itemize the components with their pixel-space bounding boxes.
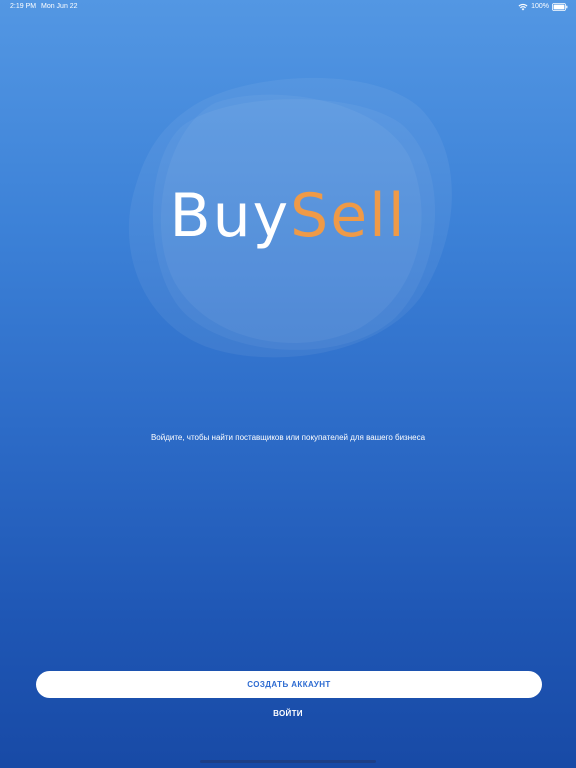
logo-buy: Buy (169, 181, 291, 251)
battery-icon (552, 2, 568, 11)
app-logo: BuySell (0, 186, 576, 246)
create-account-button[interactable]: СОЗДАТЬ АККАУНТ (36, 671, 542, 698)
battery-label: 100% (531, 3, 549, 10)
status-time: 2:19 PM (10, 3, 37, 10)
status-date: Mon Jun 22 (41, 3, 78, 10)
subtitle: Войдите, чтобы найти поставщиков или пок… (150, 433, 426, 442)
home-indicator[interactable] (200, 760, 376, 763)
wifi-icon (518, 3, 528, 11)
status-bar: 2:19 PM Mon Jun 22 100% (0, 0, 576, 14)
logo-sell: Sell (290, 181, 407, 251)
status-right: 100% (518, 2, 568, 11)
login-button[interactable]: ВОЙТИ (0, 709, 576, 718)
